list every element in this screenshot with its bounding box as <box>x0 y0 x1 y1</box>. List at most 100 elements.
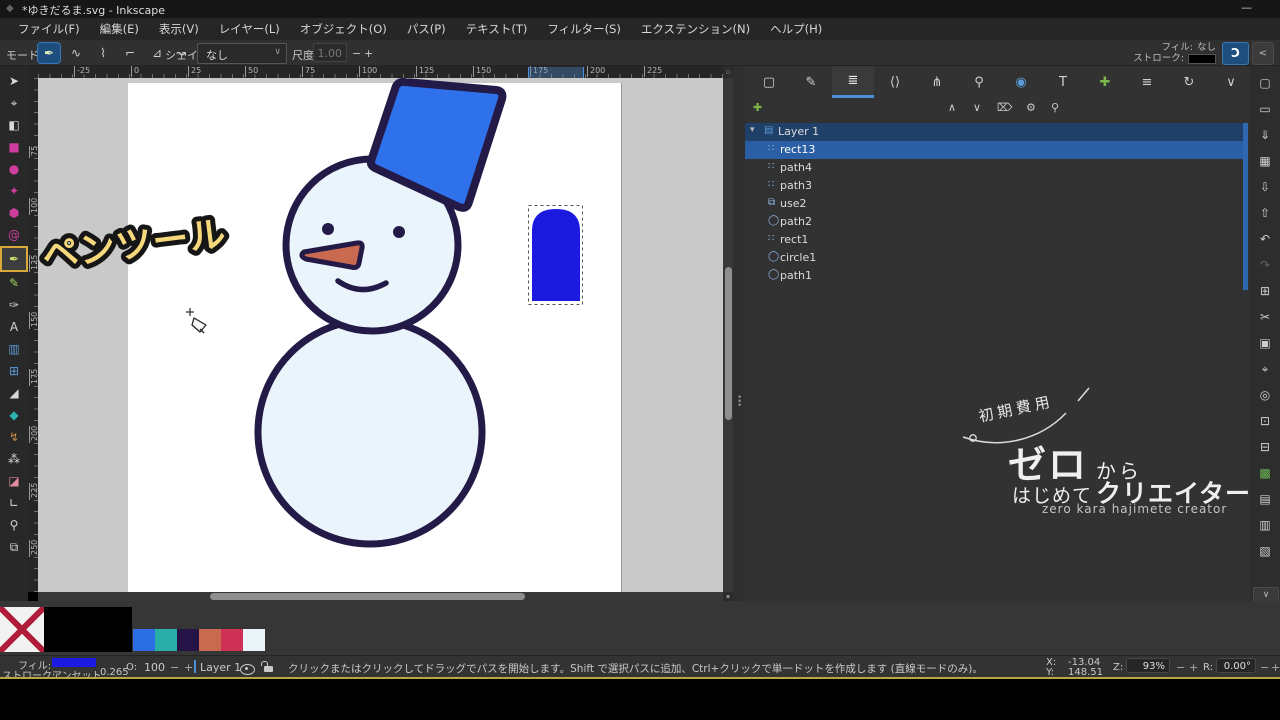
palette-swatch-pale-blue[interactable] <box>243 629 265 651</box>
selected-blue-shape[interactable] <box>532 209 580 301</box>
settings-gear-icon[interactable]: ⚙ <box>1026 101 1036 114</box>
paste-button[interactable]: ▣ <box>1250 330 1280 356</box>
eraser-tool[interactable]: ◪ <box>2 470 26 492</box>
horizontal-scrollbar-thumb[interactable] <box>210 593 525 600</box>
tab-extensions[interactable]: ✚ <box>1084 66 1126 98</box>
tab-find-replace[interactable]: ⚲ <box>958 66 1000 98</box>
print-button[interactable]: ▦ <box>1250 148 1280 174</box>
rotation-minus-button[interactable]: − <box>1260 661 1269 674</box>
tweak-tool[interactable]: ↯ <box>2 426 26 448</box>
object-row-rect1[interactable]: ∷ rect1 <box>745 231 1243 249</box>
tab-document-properties[interactable]: ▢ <box>748 66 790 98</box>
menu-object[interactable]: オブジェクト(O) <box>290 18 397 40</box>
opacity-minus-button[interactable]: − <box>170 661 179 674</box>
palette-swatch-crimson[interactable] <box>221 629 243 651</box>
menu-extensions[interactable]: エクステンション(N) <box>631 18 760 40</box>
pencil-tool[interactable]: ✎ <box>2 272 26 294</box>
tab-align-distribute[interactable]: ≡ <box>1126 66 1168 98</box>
scale-input[interactable]: 1.00 <box>313 43 347 62</box>
zoom-1-1-button[interactable]: ⊟ <box>1250 434 1280 460</box>
shape-dropdown[interactable]: なし ∨ <box>197 43 287 64</box>
shape-builder-tool[interactable]: ◧ <box>2 114 26 136</box>
snap-options-collapse-button[interactable]: < <box>1252 42 1274 65</box>
calligraphy-tool[interactable]: ✑ <box>2 294 26 316</box>
save-button[interactable]: ⇓ <box>1250 122 1280 148</box>
bspline-mode-button[interactable]: ⌇ <box>92 43 114 63</box>
zoom-drawing-button[interactable]: ◎ <box>1250 382 1280 408</box>
tab-overflow[interactable]: ∨ <box>1210 66 1252 98</box>
raise-object-button[interactable]: ∧ <box>948 101 956 114</box>
rotation-plus-button[interactable]: + <box>1271 661 1280 674</box>
zoom-tool[interactable]: ⚲ <box>2 514 26 536</box>
rectangle-tool[interactable]: ■ <box>2 136 26 158</box>
object-row-use2[interactable]: ⧉ use2 <box>745 195 1243 213</box>
tab-text-font[interactable]: T <box>1042 66 1084 98</box>
layer-lock-icon[interactable] <box>264 666 273 672</box>
object-row-path4[interactable]: ∷ path4 <box>745 159 1243 177</box>
duplicate-button[interactable]: ▩ <box>1250 460 1280 486</box>
vertical-scrollbar-thumb[interactable] <box>725 267 732 420</box>
import-button[interactable]: ⇩ <box>1250 174 1280 200</box>
palette-swatch-salmon[interactable] <box>199 629 221 651</box>
pages-tool[interactable]: ⧉ <box>2 536 26 558</box>
spiro-mode-button[interactable]: ∿ <box>65 43 87 63</box>
tab-fill-stroke[interactable]: ◉ <box>1000 66 1042 98</box>
zoom-minus-button[interactable]: − <box>1176 661 1185 674</box>
text-tool[interactable]: A <box>2 316 26 338</box>
copy-button[interactable]: ⊞ <box>1250 278 1280 304</box>
spiral-tool[interactable]: @ <box>2 224 26 246</box>
menu-text[interactable]: テキスト(T) <box>456 18 538 40</box>
zoom-page-button[interactable]: ⊡ <box>1250 408 1280 434</box>
palette-swatch-none[interactable] <box>0 607 44 652</box>
palette-swatch-dark-indigo[interactable] <box>177 629 199 651</box>
snowman-left-eye[interactable] <box>322 223 334 235</box>
stroke-color-swatch[interactable] <box>1188 54 1216 64</box>
selector-tool[interactable]: ➤ <box>2 70 26 92</box>
spray-tool[interactable]: ⁂ <box>2 448 26 470</box>
tab-objects[interactable]: ≣ <box>832 66 874 98</box>
ruler-lock-icon[interactable]: ▫ <box>723 66 733 78</box>
menu-edit[interactable]: 編集(E) <box>90 18 149 40</box>
create-clone-button[interactable]: ▤ <box>1250 486 1280 512</box>
mesh-gradient-tool[interactable]: ⊞ <box>2 360 26 382</box>
group-button[interactable]: ▧ <box>1250 538 1280 564</box>
dock-resize-handle[interactable]: ••• <box>733 66 745 655</box>
expander-chevron-icon[interactable]: ▾ <box>750 125 755 135</box>
lower-object-button[interactable]: ∨ <box>973 101 981 114</box>
zoom-plus-button[interactable]: + <box>1189 661 1198 674</box>
minimize-button[interactable]: — <box>1241 1 1252 14</box>
menu-filters[interactable]: フィルター(S) <box>537 18 631 40</box>
unlink-clone-button[interactable]: ▥ <box>1250 512 1280 538</box>
connector-tool[interactable]: ∟ <box>2 492 26 514</box>
export-button[interactable]: ⇧ <box>1250 200 1280 226</box>
object-row-path3[interactable]: ∷ path3 <box>745 177 1243 195</box>
open-file-button[interactable]: ▭ <box>1250 96 1280 122</box>
opacity-value[interactable]: 100 <box>144 661 165 674</box>
menu-file[interactable]: ファイル(F) <box>8 18 90 40</box>
delete-object-button[interactable]: ⌦ <box>997 101 1013 114</box>
node-editor-tool[interactable]: ⌖ <box>2 92 26 114</box>
pen-tool[interactable]: ✒ <box>2 248 26 270</box>
zoom-selection-button[interactable]: ⌖ <box>1250 356 1280 382</box>
palette-swatch-black[interactable] <box>88 607 132 652</box>
menu-layer[interactable]: レイヤー(L) <box>209 18 290 40</box>
palette-swatch-black[interactable] <box>44 607 88 652</box>
tab-undo-history[interactable]: ↻ <box>1168 66 1210 98</box>
undo-button[interactable]: ↶ <box>1250 226 1280 252</box>
objects-scrollbar-thumb[interactable] <box>1243 123 1248 290</box>
layer-row[interactable]: ▾ ▤ Layer 1 <box>745 123 1243 141</box>
object-row-rect13[interactable]: ∷ rect13 <box>745 141 1243 159</box>
object-row-path1[interactable]: ◯ path1 <box>745 267 1243 285</box>
menu-help[interactable]: ヘルプ(H) <box>760 18 832 40</box>
snowman-body[interactable] <box>258 320 482 544</box>
dropper-tool[interactable]: ◢ <box>2 382 26 404</box>
scale-minus-button[interactable]: − <box>352 47 361 60</box>
star-tool[interactable]: ✦ <box>2 180 26 202</box>
current-layer-selector[interactable]: Layer 1 <box>200 661 241 674</box>
box-3d-tool[interactable]: ⬢ <box>2 202 26 224</box>
opacity-plus-button[interactable]: + <box>184 661 193 674</box>
horizontal-ruler[interactable] <box>38 66 723 78</box>
canvas[interactable]: ペンツール <box>38 78 723 592</box>
tab-paths[interactable]: ⋔ <box>916 66 958 98</box>
menu-path[interactable]: パス(P) <box>397 18 456 40</box>
